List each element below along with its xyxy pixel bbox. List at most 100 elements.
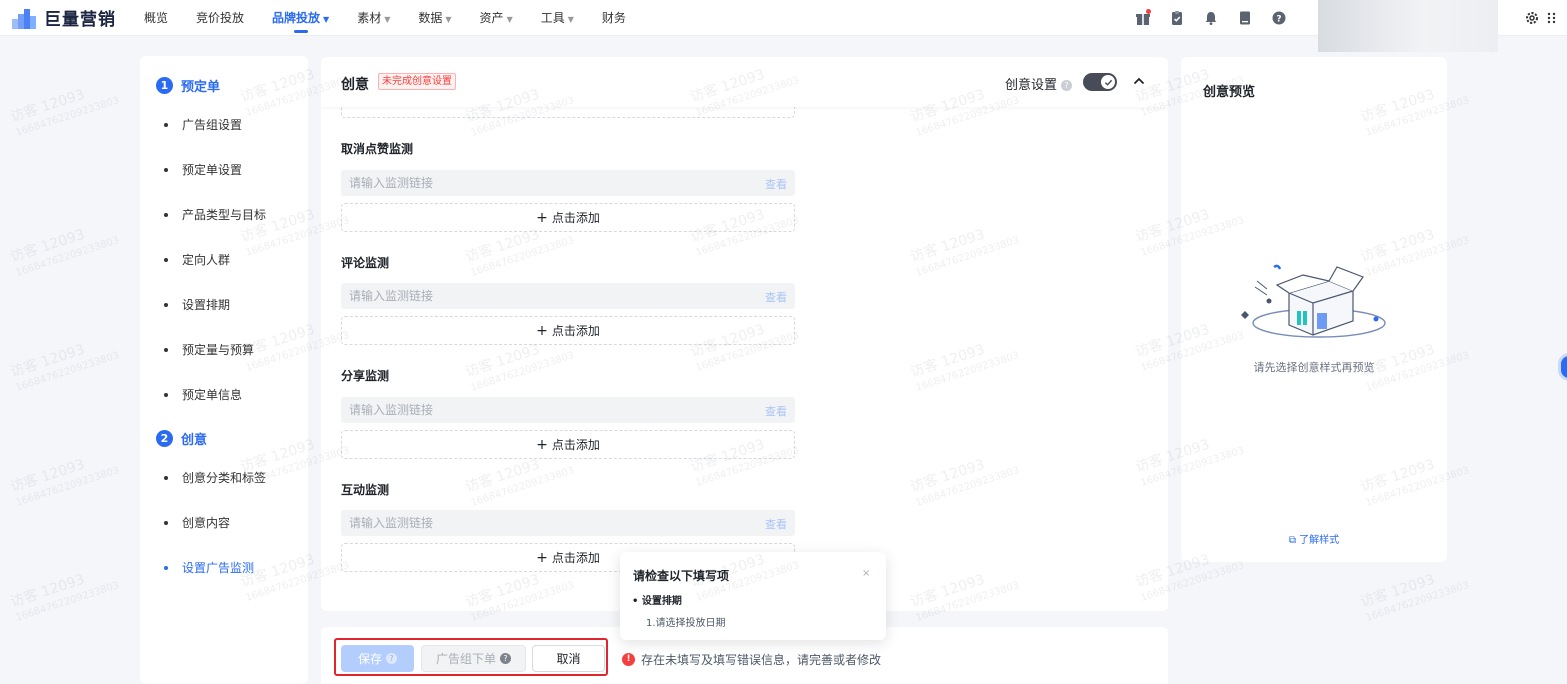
nav-item-overview[interactable]: 概览	[130, 0, 182, 36]
step-item-creative-category[interactable]: 创意分类和标签	[164, 469, 266, 486]
chevron-down-icon: ▼	[384, 14, 391, 24]
step-item-order-info[interactable]: 预定单信息	[164, 386, 242, 403]
help-icon: ?	[500, 653, 511, 664]
bullet-dot	[164, 520, 168, 525]
apps-grid-icon[interactable]	[1544, 0, 1564, 36]
brand-logo-icon	[12, 7, 42, 29]
popover-title: 请检查以下填写项	[633, 569, 730, 583]
nav-item-brand[interactable]: 品牌投放 ▼	[258, 0, 343, 36]
step-number-badge: 2	[156, 430, 173, 447]
monitor-link-input[interactable]	[341, 510, 741, 536]
user-avatar-blurred[interactable]	[1318, 0, 1498, 52]
popover-sub-item[interactable]: 1.请选择投放日期	[646, 614, 726, 629]
section-label-share: 分享监测	[341, 369, 390, 383]
chevron-down-icon: ▼	[445, 14, 452, 24]
step-navigation-panel: 1 预定单 广告组设置 预定单设置 产品类型与目标 定向人群 设置排期 预定量与…	[140, 56, 308, 684]
step-number-badge: 1	[156, 77, 173, 94]
watermark-text: 访客 1209316684762209233803	[8, 571, 121, 624]
top-navigation-bar: 巨量营销 概览 竞价投放 品牌投放 ▼ 素材 ▼ 数据 ▼ 资产 ▼ 工具 ▼ 财务 ?	[0, 0, 1567, 52]
monitor-input-share: 查看	[341, 397, 795, 423]
section-label-interaction: 互动监测	[341, 483, 390, 497]
settings-gear-icon[interactable]	[1520, 0, 1544, 36]
preview-empty-text: 请先选择创意样式再预览	[1253, 361, 1375, 374]
step-item-targeting[interactable]: 定向人群	[164, 251, 230, 268]
bullet-dot	[164, 212, 168, 217]
floating-assistant-button[interactable]	[1558, 353, 1567, 381]
chevron-up-icon[interactable]	[1131, 73, 1147, 89]
bullet-dot	[164, 347, 168, 352]
plus-icon: +	[536, 322, 548, 339]
brand-logo[interactable]: 巨量营销	[12, 5, 130, 30]
copy-icon: ⧉	[1288, 535, 1300, 546]
monitor-link-input[interactable]	[341, 397, 741, 423]
learn-style-link[interactable]: ⧉ 了解样式	[1181, 531, 1447, 546]
creative-preview-panel: 创意预览 请先选择创意样式再预览 ⧉ 了解样式	[1181, 57, 1447, 562]
nav-item-assets[interactable]: 资产 ▼	[466, 0, 527, 36]
bullet-dot	[164, 167, 168, 172]
view-link[interactable]: 查看	[765, 176, 787, 192]
error-message: ! 存在未填写及填写错误信息，请完善或者修改	[622, 651, 881, 668]
chevron-down-icon: ▼	[323, 14, 330, 24]
creative-setting-toggle[interactable]	[1083, 73, 1117, 91]
preview-title: 创意预览	[1203, 85, 1256, 100]
bullet-dot	[164, 565, 168, 570]
step-item-ad-monitoring[interactable]: 设置广告监测	[164, 559, 254, 576]
bullet-dot	[164, 392, 168, 397]
save-button[interactable]: 保存?	[341, 645, 414, 672]
view-link[interactable]: 查看	[765, 403, 787, 419]
nav-item-finance[interactable]: 财务	[588, 0, 640, 36]
plus-icon: +	[536, 436, 548, 453]
add-button[interactable]: + 点击添加	[341, 430, 795, 459]
step-item-schedule[interactable]: 设置排期	[164, 296, 230, 313]
cancel-button[interactable]: 取消	[532, 645, 605, 672]
watermark-text: 访客 1209316684762209233803	[8, 86, 121, 139]
nav-item-bidding[interactable]: 竞价投放	[182, 0, 258, 36]
clipboard-check-icon[interactable]	[1160, 0, 1194, 36]
popover-item[interactable]: • 设置排期	[632, 592, 682, 607]
step-item-volume-budget[interactable]: 预定量与预算	[164, 341, 254, 358]
step-group-title: 预定单	[181, 80, 221, 95]
validation-popover: 请检查以下填写项 × • 设置排期 1.请选择投放日期	[620, 552, 886, 640]
step-group-order[interactable]: 1 预定单	[156, 76, 220, 95]
nav-item-material[interactable]: 素材 ▼	[343, 0, 404, 36]
top-icon-group: ?	[1126, 0, 1296, 36]
book-icon[interactable]	[1228, 0, 1262, 36]
monitor-input-unlike: 查看	[341, 170, 795, 196]
ad-group-order-button[interactable]: 广告组下单?	[421, 645, 526, 672]
watermark-text: 访客 1209316684762209233803	[8, 456, 121, 509]
creative-card-header: 创意 未完成创意设置 创意设置?	[321, 57, 1168, 107]
monitor-link-input[interactable]	[341, 283, 741, 309]
step-item-creative-content[interactable]: 创意内容	[164, 514, 230, 531]
help-icon: ?	[386, 653, 397, 664]
plus-icon: +	[536, 549, 548, 566]
main-nav: 概览 竞价投放 品牌投放 ▼ 素材 ▼ 数据 ▼ 资产 ▼ 工具 ▼ 财务	[130, 0, 640, 36]
add-button[interactable]: + 点击添加	[341, 203, 795, 232]
nav-item-data[interactable]: 数据 ▼	[404, 0, 465, 36]
svg-text:?: ?	[1276, 14, 1281, 24]
brand-name: 巨量营销	[44, 10, 116, 30]
section-label-unlike: 取消点赞监测	[341, 142, 414, 156]
nav-item-tools[interactable]: 工具 ▼	[527, 0, 588, 36]
view-link[interactable]: 查看	[765, 289, 787, 305]
error-icon: !	[622, 653, 635, 666]
add-button[interactable]: + 点击添加	[341, 316, 795, 345]
help-circle-icon[interactable]: ?	[1262, 0, 1296, 36]
bell-icon[interactable]	[1194, 0, 1228, 36]
step-item-order-settings[interactable]: 预定单设置	[164, 161, 242, 178]
watermark-text: 访客 1209316684762209233803	[1358, 571, 1471, 624]
bullet-dot	[164, 122, 168, 127]
monitor-link-input[interactable]	[341, 170, 741, 196]
incomplete-warning-tag: 未完成创意设置	[378, 73, 456, 90]
step-group-title: 创意	[181, 433, 208, 448]
check-icon	[1101, 75, 1115, 89]
creative-card: 创意 未完成创意设置 创意设置? 取消点赞监测 查看 +点击添加 评论监测 查看…	[321, 57, 1168, 611]
step-item-ad-group-settings[interactable]: 广告组设置	[164, 116, 242, 133]
bullet-dot	[164, 302, 168, 307]
chevron-down-icon: ▼	[567, 14, 574, 24]
step-item-product-type[interactable]: 产品类型与目标	[164, 206, 266, 223]
view-link[interactable]: 查看	[765, 516, 787, 532]
gift-icon[interactable]	[1126, 0, 1160, 36]
close-icon[interactable]: ×	[862, 568, 870, 579]
help-icon[interactable]: ?	[1061, 80, 1073, 91]
step-group-creative[interactable]: 2 创意	[156, 429, 207, 448]
